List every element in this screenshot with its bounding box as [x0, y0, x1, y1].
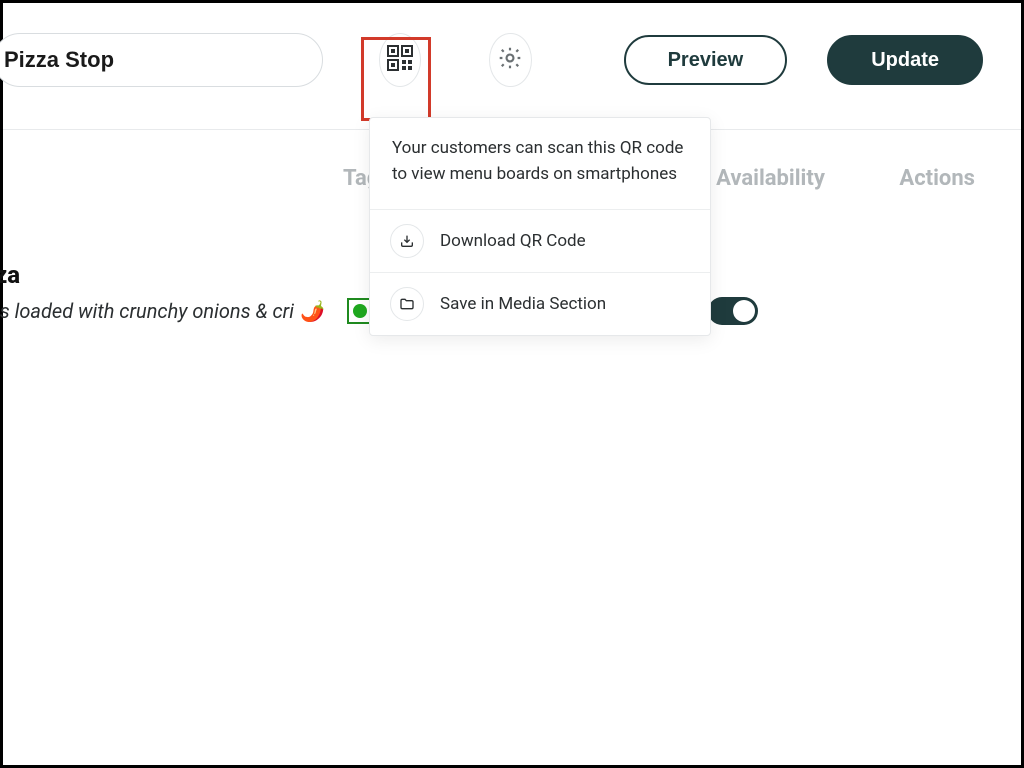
- download-qr-item[interactable]: Download QR Code: [370, 210, 710, 273]
- save-media-item[interactable]: Save in Media Section: [370, 273, 710, 335]
- menu-name-input[interactable]: [0, 33, 323, 87]
- folder-icon: [390, 287, 424, 321]
- chili-icon: 🌶️: [300, 299, 325, 323]
- download-icon: [390, 224, 424, 258]
- qr-code-button[interactable]: [379, 33, 421, 87]
- qr-popover: Your customers can scan this QR code to …: [369, 117, 711, 336]
- popover-description: Your customers can scan this QR code to …: [370, 118, 710, 210]
- col-actions: Actions: [899, 166, 1001, 191]
- settings-button[interactable]: [489, 33, 531, 87]
- update-button[interactable]: Update: [827, 35, 983, 85]
- preview-button[interactable]: Preview: [624, 35, 788, 85]
- gear-icon: [497, 45, 523, 75]
- save-media-label: Save in Media Section: [440, 294, 606, 314]
- qr-code-icon: [387, 45, 413, 75]
- col-availability: Availability: [716, 166, 845, 191]
- download-qr-label: Download QR Code: [440, 231, 586, 251]
- item-description: is loaded with crunchy onions & cri: [0, 299, 294, 323]
- top-bar: Preview Update: [3, 3, 1021, 117]
- availability-toggle[interactable]: [708, 297, 758, 325]
